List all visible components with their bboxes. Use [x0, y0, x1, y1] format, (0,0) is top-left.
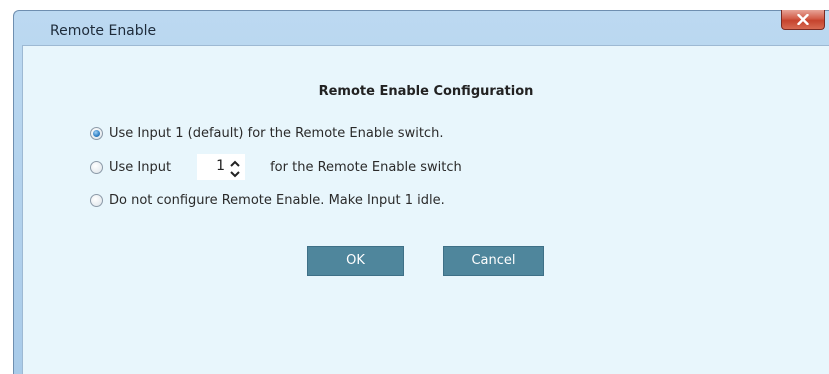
input-number-spinner[interactable]: 1: [197, 154, 246, 180]
radio-use-input-1-default[interactable]: [90, 126, 103, 140]
chevron-up-icon: [230, 160, 240, 167]
close-icon: [797, 14, 809, 25]
input-number-value[interactable]: 1: [209, 158, 225, 174]
option-label: Do not configure Remote Enable. Make Inp…: [109, 192, 445, 208]
spinner-down-button[interactable]: [229, 168, 241, 178]
radio-use-input-custom[interactable]: [90, 160, 103, 174]
chevron-down-icon: [230, 171, 240, 178]
title-bar[interactable]: Remote Enable: [14, 10, 829, 45]
option-use-input-1-default[interactable]: Use Input 1 (default) for the Remote Ena…: [90, 124, 443, 142]
spinner-arrows: [229, 157, 241, 178]
remote-enable-window: Remote Enable Remote Enable Configuratio…: [13, 10, 829, 374]
dialog-heading: Remote Enable Configuration: [318, 84, 534, 99]
radio-do-not-configure[interactable]: [90, 193, 103, 207]
ok-button[interactable]: OK: [307, 246, 404, 276]
spinner-up-button[interactable]: [229, 157, 241, 167]
option-label-before: Use Input: [109, 159, 172, 175]
dialog-content: Remote Enable Configuration Use Input 1 …: [22, 45, 829, 374]
option-use-input-custom[interactable]: Use Input 1 for the Remote Enable switch: [90, 154, 462, 180]
option-do-not-configure[interactable]: Do not configure Remote Enable. Make Inp…: [90, 191, 445, 209]
option-label: Use Input 1 (default) for the Remote Ena…: [109, 125, 444, 141]
option-label-after: for the Remote Enable switch: [270, 159, 462, 175]
window-title: Remote Enable: [50, 23, 157, 39]
cancel-button[interactable]: Cancel: [443, 246, 544, 276]
close-button[interactable]: [781, 10, 825, 30]
